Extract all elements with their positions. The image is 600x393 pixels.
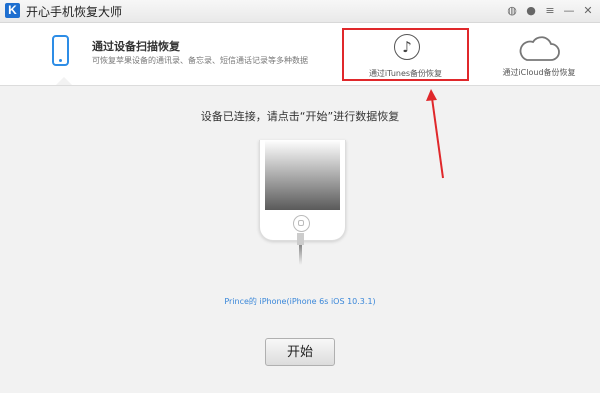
annotation-arrow — [426, 89, 444, 179]
